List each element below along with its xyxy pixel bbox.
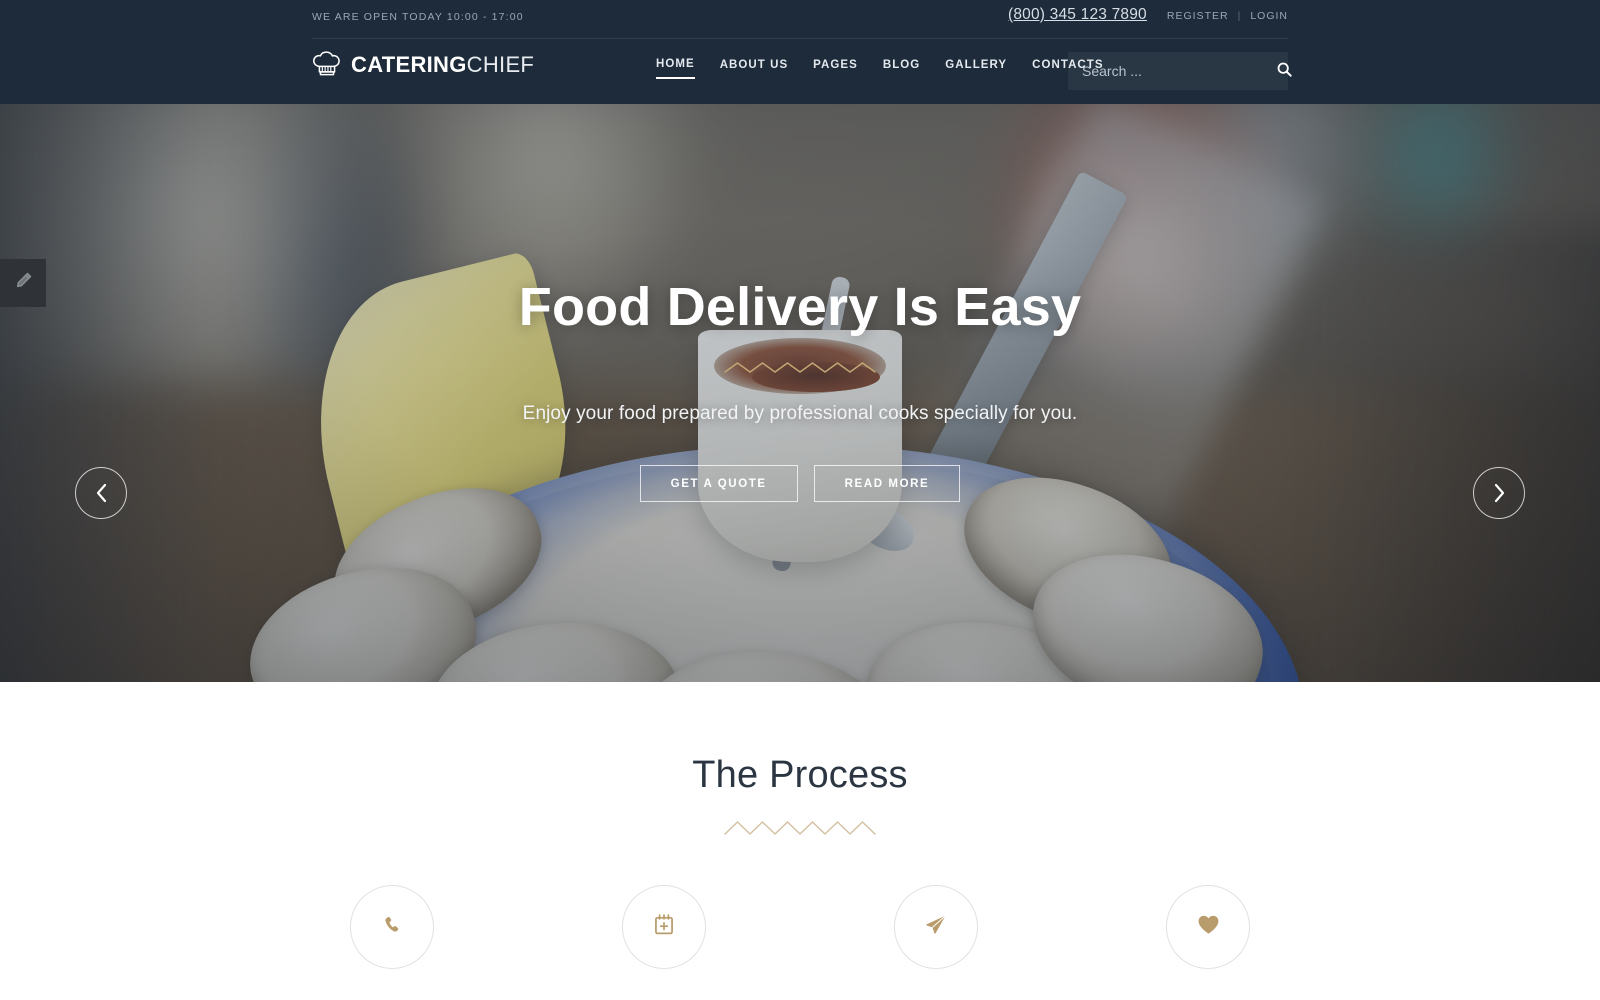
- register-link[interactable]: REGISTER: [1167, 10, 1229, 22]
- process-item-schedule[interactable]: [584, 885, 744, 969]
- process-items-row: [312, 885, 1288, 969]
- get-a-quote-button[interactable]: GET A QUOTE: [639, 465, 798, 502]
- hero-button-group: GET A QUOTE READ MORE: [639, 465, 961, 502]
- process-item-deliver[interactable]: [856, 885, 1016, 969]
- nav-item-blog[interactable]: BLOG: [883, 59, 920, 78]
- hero-slider: Food Delivery Is Easy Enjoy your food pr…: [0, 104, 1600, 682]
- process-icon-circle: [1166, 885, 1250, 969]
- search-icon: [1277, 62, 1292, 80]
- calendar-plus-icon: [653, 913, 675, 941]
- process-icon-circle: [894, 885, 978, 969]
- hero-next-arrow-button[interactable]: [1473, 467, 1525, 519]
- chevron-right-icon: [1493, 483, 1506, 503]
- nav-item-about-us[interactable]: ABOUT US: [720, 59, 788, 78]
- chef-hat-icon: [312, 51, 342, 78]
- read-more-button[interactable]: READ MORE: [813, 465, 961, 502]
- search-submit-button[interactable]: [1277, 52, 1292, 90]
- nav-item-pages[interactable]: PAGES: [813, 59, 858, 78]
- opening-hours-text: WE ARE OPEN TODAY 10:00 - 17:00: [312, 11, 524, 23]
- phone-number-link[interactable]: (800) 345 123 7890: [1008, 6, 1147, 24]
- nav-item-gallery[interactable]: GALLERY: [945, 59, 1007, 78]
- nav-item-home[interactable]: HOME: [656, 58, 695, 79]
- paper-plane-icon: [924, 913, 948, 942]
- process-section: The Process: [0, 682, 1600, 1000]
- pencil-icon: [14, 271, 33, 295]
- process-zigzag-divider-icon: [724, 819, 876, 837]
- login-link[interactable]: LOGIN: [1250, 10, 1288, 22]
- logo-text: CATERINGCHIEF: [351, 51, 535, 77]
- hero-prev-arrow-button[interactable]: [75, 467, 127, 519]
- search-box[interactable]: [1068, 52, 1292, 90]
- process-icon-circle: [350, 885, 434, 969]
- process-item-enjoy[interactable]: [1128, 885, 1288, 969]
- hero-title: Food Delivery Is Easy: [518, 277, 1082, 337]
- hero-subtitle: Enjoy your food prepared by professional…: [522, 403, 1078, 424]
- hero-zigzag-divider-icon: [724, 360, 876, 375]
- site-header: WE ARE OPEN TODAY 10:00 - 17:00 (800) 34…: [0, 0, 1600, 104]
- phone-icon: [381, 914, 403, 941]
- process-item-call[interactable]: [312, 885, 472, 969]
- nav-menu: HOME ABOUT US PAGES BLOG GALLERY CONTACT…: [656, 58, 1104, 79]
- search-input[interactable]: [1068, 63, 1277, 79]
- site-logo[interactable]: CATERINGCHIEF: [312, 51, 534, 78]
- chevron-left-icon: [95, 483, 108, 503]
- hero-content: Food Delivery Is Easy Enjoy your food pr…: [0, 104, 1600, 682]
- process-section-title: The Process: [692, 754, 908, 796]
- links-separator: |: [1237, 10, 1242, 22]
- account-links: REGISTER | LOGIN: [1167, 8, 1288, 22]
- top-bar-right-group: (800) 345 123 7890 REGISTER | LOGIN: [1008, 6, 1288, 24]
- process-icon-circle: [622, 885, 706, 969]
- logo-text-bold: CATERING: [351, 51, 467, 77]
- logo-text-light: CHIEF: [466, 51, 535, 77]
- main-navigation-bar: CATERINGCHIEF HOME ABOUT US PAGES BLOG G…: [0, 38, 1600, 104]
- top-bar: WE ARE OPEN TODAY 10:00 - 17:00 (800) 34…: [0, 0, 1600, 38]
- edit-page-tab-button[interactable]: [0, 259, 46, 307]
- heart-icon: [1197, 914, 1220, 940]
